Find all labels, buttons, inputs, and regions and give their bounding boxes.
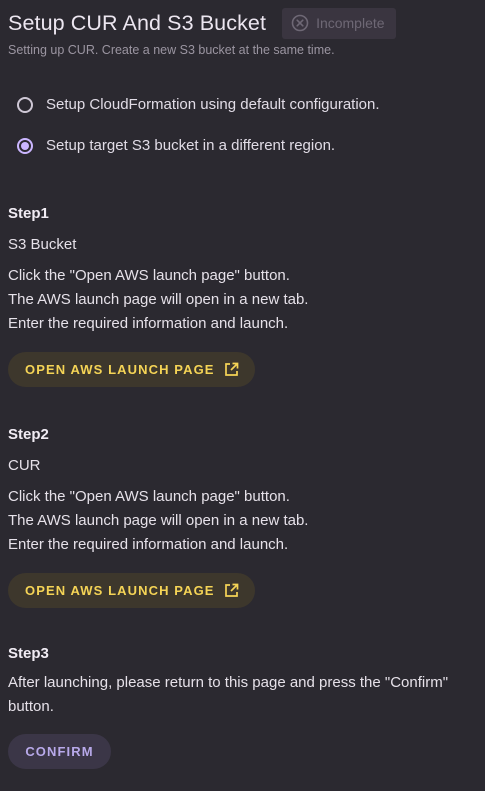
external-link-icon [224,362,239,377]
step-instruction: The AWS launch page will open in a new t… [8,291,309,308]
option-different-region[interactable]: Setup target S3 bucket in a different re… [17,125,477,166]
page-subtitle: Setting up CUR. Create a new S3 bucket a… [8,43,335,57]
step-name: S3 Bucket [8,236,77,253]
step-title: Step1 [8,205,49,222]
button-label: OPEN AWS LAUNCH PAGE [25,583,215,598]
step-title: Step3 [8,645,49,662]
step-title: Step2 [8,426,49,443]
status-badge: Incomplete [282,7,396,39]
step-name: CUR [8,457,41,474]
option-label: Setup CloudFormation using default confi… [46,96,380,113]
confirm-button[interactable]: CONFIRM [8,734,111,769]
step-instruction: Click the "Open AWS launch page" button. [8,267,290,284]
step-3: Step3 After launching, please return to … [8,645,448,769]
step-instruction: After launching, please return to this p… [8,674,449,691]
page-title: Setup CUR And S3 Bucket [8,10,267,35]
header: Setup CUR And S3 Bucket Incomplete [8,6,477,40]
option-default-configuration[interactable]: Setup CloudFormation using default confi… [17,84,477,125]
step-1: Step1 S3 Bucket Click the "Open AWS laun… [8,205,308,387]
open-aws-launch-page-button[interactable]: OPEN AWS LAUNCH PAGE [8,573,255,608]
step-2: Step2 CUR Click the "Open AWS launch pag… [8,426,308,608]
step-instruction: Click the "Open AWS launch page" button. [8,488,290,505]
step-instruction: Enter the required information and launc… [8,536,289,553]
radio-checked[interactable] [17,137,33,154]
cancel-circle-icon [291,14,309,32]
setup-options: Setup CloudFormation using default confi… [17,84,477,166]
step-instruction: button. [8,698,54,715]
step-instruction: Enter the required information and launc… [8,315,289,332]
setup-panel: Setup CUR And S3 Bucket Incomplete Setti… [8,0,477,769]
external-link-icon [224,583,239,598]
open-aws-launch-page-button[interactable]: OPEN AWS LAUNCH PAGE [8,352,255,387]
radio-unchecked[interactable] [17,96,33,113]
step-instruction: The AWS launch page will open in a new t… [8,512,309,529]
status-badge-label: Incomplete [316,15,385,31]
option-label: Setup target S3 bucket in a different re… [46,137,336,154]
button-label: OPEN AWS LAUNCH PAGE [25,362,215,377]
